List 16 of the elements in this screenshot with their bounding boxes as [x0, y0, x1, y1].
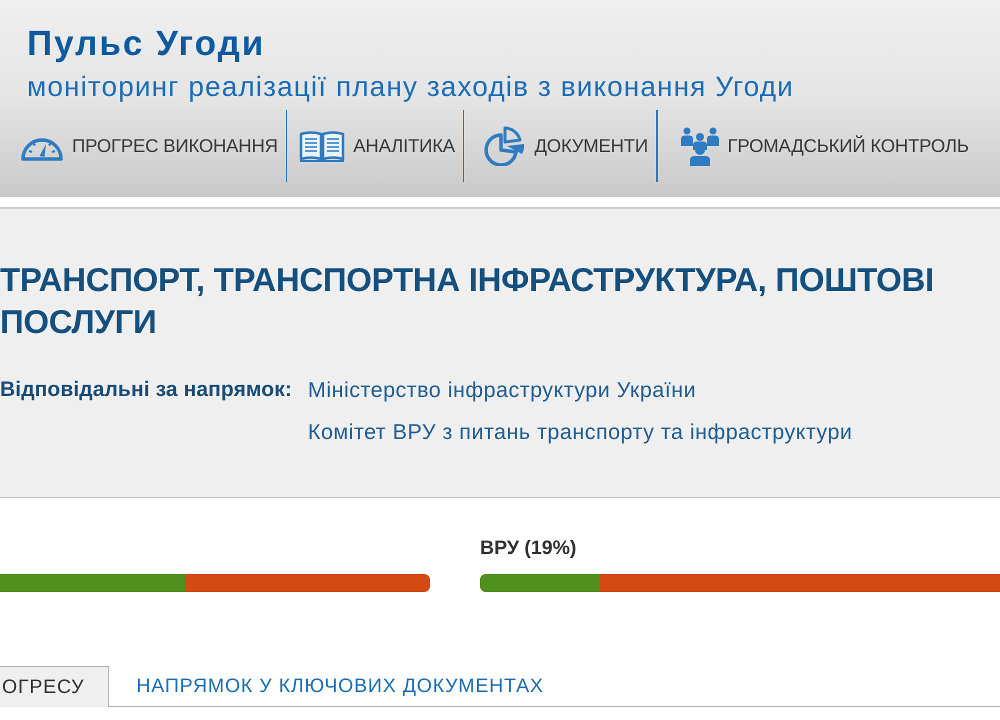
open-book-icon — [299, 130, 346, 162]
site-subtitle: моніторинг реалізації плану заходів з виконання Угоди — [27, 71, 794, 103]
nav-link[interactable]: ГРОМАДСЬКИЙ КОНТРОЛЬ — [658, 126, 977, 166]
responsible-body: Комітет ВРУ з питань транспорту та інфраструктури — [308, 419, 852, 446]
progress-label: ВРУ (19%) — [480, 536, 576, 560]
nav-link[interactable]: ДОКУМЕНТИ — [464, 126, 656, 166]
people-group-icon — [680, 126, 720, 166]
direction-title: ТРАНСПОРТ, ТРАНСПОРТНА ІНФРАСТРУКТУРА, ПОШТОВІ ПОСЛУГИ — [0, 260, 935, 342]
nav-link[interactable]: ПРОГРЕС ВИКОНАННЯ — [0, 131, 286, 161]
nav-link[interactable]: АНАЛІТИКА — [287, 130, 463, 162]
tab[interactable]: НАПРЯМОК У КЛЮЧОВИХ ДОКУМЕНТАХ — [109, 666, 569, 706]
responsible-body: Міністерство інфраструктури України — [308, 377, 698, 404]
site-title: Пульс Угоди — [27, 23, 266, 65]
responsible-label: Відповідальні за напрямок: — [0, 377, 292, 403]
pie-chart-icon — [484, 126, 526, 166]
tab[interactable]: ОГРЕСУ — [0, 666, 110, 707]
